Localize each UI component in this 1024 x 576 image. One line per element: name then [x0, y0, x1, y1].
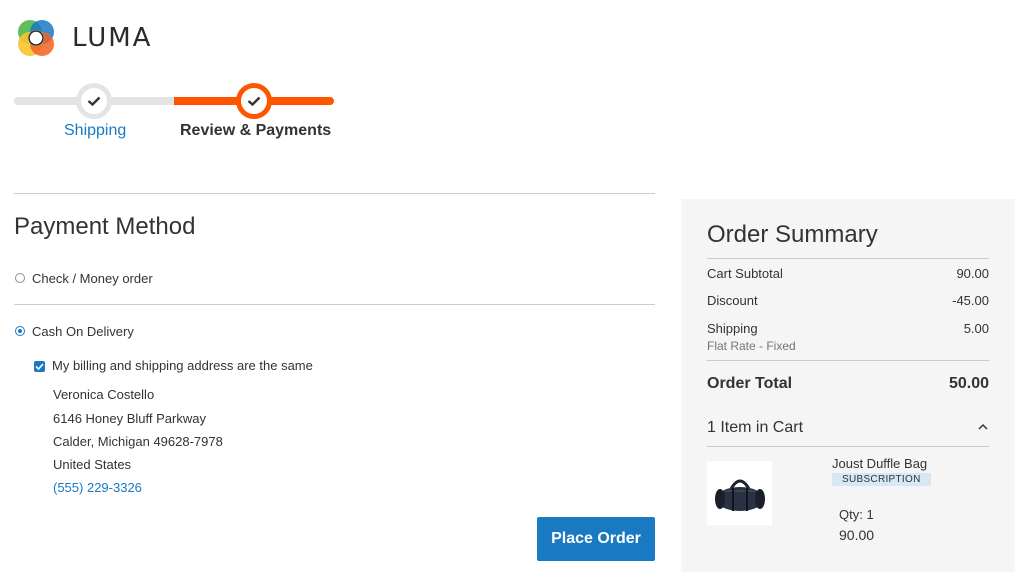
order-total-value: 50.00 [948, 375, 989, 392]
section-divider [14, 193, 655, 194]
luma-logo-icon [18, 20, 54, 56]
same-address-label[interactable]: My billing and shipping address are the … [52, 358, 313, 373]
subscription-badge: SUBSCRIPTION [832, 473, 931, 486]
option-divider [14, 304, 655, 305]
option-label-check-money-order[interactable]: Check / Money order [32, 271, 153, 286]
checkbox-checked-icon [35, 363, 44, 370]
address-country: United States [53, 457, 132, 472]
shipping-method: Flat Rate - Fixed [707, 339, 796, 353]
radio-cash-on-delivery[interactable] [15, 326, 25, 336]
chevron-up-icon[interactable] [977, 422, 989, 432]
product-qty: Qty: 1 [839, 507, 874, 522]
order-summary-panel: Order Summary Cart Subtotal 90.00 Discou… [681, 199, 1015, 572]
brand-name: LUMA [72, 23, 153, 53]
same-address-checkbox[interactable] [34, 361, 45, 372]
items-divider [707, 446, 989, 447]
duffle-bag-image [714, 479, 765, 511]
step-shipping-link[interactable]: Shipping [64, 122, 126, 140]
address-city: Calder, Michigan 49628-7978 [53, 434, 223, 449]
product-name: Joust Duffle Bag [832, 456, 928, 471]
address-street: 6146 Honey Bluff Parkway [53, 411, 206, 426]
address-name: Veronica Costello [53, 387, 155, 402]
shipping-label: Shipping [707, 321, 758, 336]
place-order-button[interactable]: Place Order [537, 517, 655, 561]
product-thumbnail [707, 461, 772, 525]
payment-method-title: Payment Method [14, 213, 196, 240]
summary-divider [707, 360, 989, 361]
option-label-cash-on-delivery[interactable]: Cash On Delivery [32, 324, 134, 339]
cart-subtotal-value: 90.00 [956, 266, 989, 281]
cart-subtotal-label: Cart Subtotal [707, 266, 783, 281]
step-review-label: Review & Payments [180, 122, 332, 139]
discount-label: Discount [707, 293, 758, 308]
shipping-value: 5.00 [963, 321, 989, 336]
items-in-cart-toggle[interactable]: 1 Item in Cart [707, 419, 803, 437]
step-review-marker [236, 83, 272, 119]
order-total-label: Order Total [707, 375, 793, 392]
luma-logo[interactable]: LUMA [14, 16, 152, 60]
product-price: 90.00 [839, 527, 875, 543]
checkmark-icon [87, 96, 101, 106]
checkout-progress-bar: Shipping Review & Payments [14, 80, 344, 150]
address-phone-link[interactable]: (555) 229-3326 [53, 480, 142, 495]
summary-divider [707, 258, 989, 259]
discount-value: -45.00 [952, 293, 989, 308]
radio-check-money-order[interactable] [15, 273, 25, 283]
order-summary-title: Order Summary [707, 221, 878, 248]
checkmark-icon [247, 96, 261, 106]
step-shipping-marker[interactable] [76, 83, 112, 119]
